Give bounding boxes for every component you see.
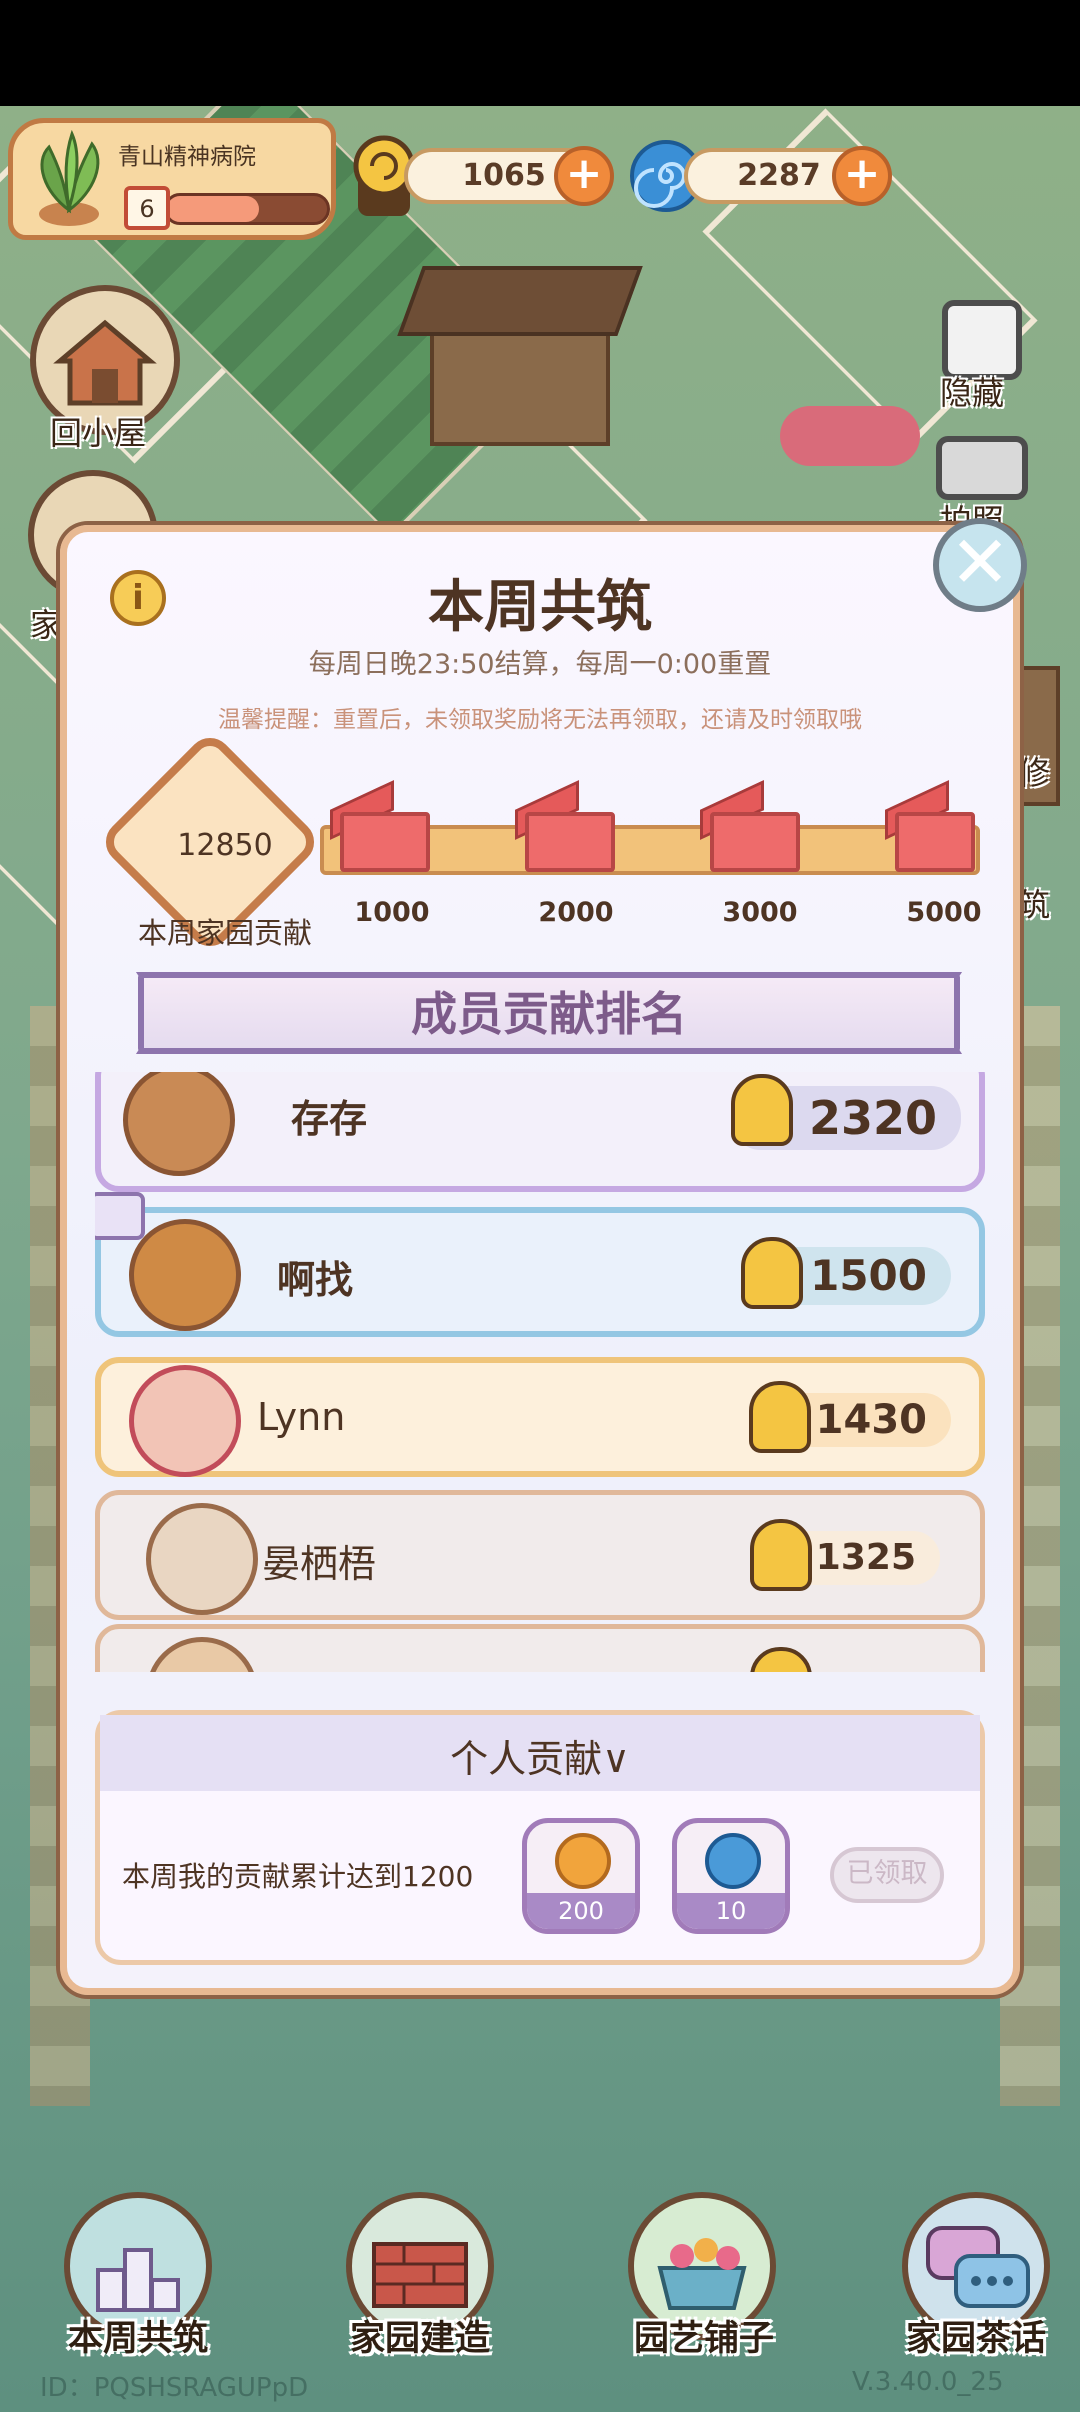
flower-bed	[780, 406, 920, 466]
gift-box-icon[interactable]	[340, 812, 430, 872]
milestone-label: 1000	[354, 897, 430, 928]
repair-label: 修	[1018, 754, 1051, 792]
crown-icon	[95, 1192, 145, 1240]
avatar	[129, 1365, 241, 1477]
player-id: ID：PQSHSRAGUPpD	[40, 2373, 309, 2403]
member-name: 晏栖梧	[262, 1542, 377, 1586]
reward-quantity: 200	[527, 1893, 635, 1929]
total-contribution-value: 12850	[177, 828, 273, 863]
snail-coin-icon	[749, 1381, 811, 1453]
list-item[interactable]	[95, 1624, 985, 1672]
snail-coin-icon	[731, 1074, 793, 1146]
avatar	[146, 1637, 258, 1672]
version-label: V.3.40.0_25	[852, 2367, 1004, 2397]
plant-icon	[39, 129, 100, 226]
reward-item[interactable]: 10	[672, 1818, 790, 1934]
coin-icon	[555, 1833, 611, 1889]
list-item[interactable]: 存存 2320	[95, 1072, 985, 1192]
level-badge: 6	[124, 186, 170, 230]
snail-coin-icon	[750, 1519, 812, 1591]
avatar	[146, 1503, 258, 1615]
reward-item[interactable]: 200	[522, 1818, 640, 1934]
reminder-text: 温馨提醒：重置后，未领取奖励将无法再领取，还请及时领取哦	[218, 707, 862, 733]
avatar	[129, 1219, 241, 1331]
status-bar	[0, 0, 1080, 106]
reward-quantity: 10	[677, 1893, 785, 1929]
add-spirals-button[interactable]: +	[832, 146, 892, 206]
nav-label[interactable]: 家园建造	[320, 2310, 520, 2361]
list-item[interactable]: 晏栖梧 1325	[95, 1490, 985, 1620]
dialog-title: 本周共筑	[428, 575, 652, 640]
reset-schedule-text: 每周日晚23:50结算，每周一0:00重置	[308, 649, 772, 680]
list-item[interactable]: 啊找 1500	[95, 1207, 985, 1337]
nav-label[interactable]: 家园茶话	[876, 2310, 1076, 2361]
member-ranking-list[interactable]: 存存 2320 啊找 1500 Lynn 1430 晏栖梧 1325	[95, 1072, 985, 1672]
member-name: 啊找	[277, 1258, 354, 1302]
nav-label[interactable]: 本周共筑	[40, 2310, 236, 2361]
avatar	[123, 1072, 235, 1176]
gift-box-icon[interactable]	[710, 812, 800, 872]
camera-icon[interactable]	[936, 436, 1028, 500]
snail-coin-icon	[750, 1647, 812, 1672]
total-contribution-label: 本周家园贡献	[137, 916, 312, 950]
home-label: 回小屋	[50, 414, 147, 452]
personal-title[interactable]: 个人贡献∨	[100, 1728, 980, 1783]
milestone-label: 2000	[538, 897, 614, 928]
gift-box-icon[interactable]	[525, 812, 615, 872]
member-name: Lynn	[257, 1395, 346, 1439]
spiral-icon	[705, 1833, 761, 1889]
milestone-label: 3000	[722, 897, 798, 928]
snail-coin-icon	[741, 1237, 803, 1309]
garden-name: 青山精神病院	[118, 144, 256, 170]
build-label: 筑	[1018, 886, 1051, 924]
nav-label[interactable]: 园艺铺子	[604, 2310, 804, 2361]
list-item[interactable]: Lynn 1430	[95, 1357, 985, 1477]
ranking-title: 成员贡献排名	[411, 987, 687, 1041]
add-snail-coins-button[interactable]: +	[554, 146, 614, 206]
house-roof	[397, 266, 643, 336]
member-name: 存存	[291, 1097, 368, 1141]
hide-label: 隐藏	[940, 374, 1005, 412]
claimed-button[interactable]: 已领取	[830, 1847, 944, 1903]
milestone-label: 5000	[906, 897, 982, 928]
level-progress-bar	[164, 193, 330, 225]
level-progress-fill	[167, 196, 259, 222]
personal-goal-text: 本周我的贡献累计达到1200	[122, 1860, 474, 1893]
gift-box-icon[interactable]	[895, 812, 975, 872]
